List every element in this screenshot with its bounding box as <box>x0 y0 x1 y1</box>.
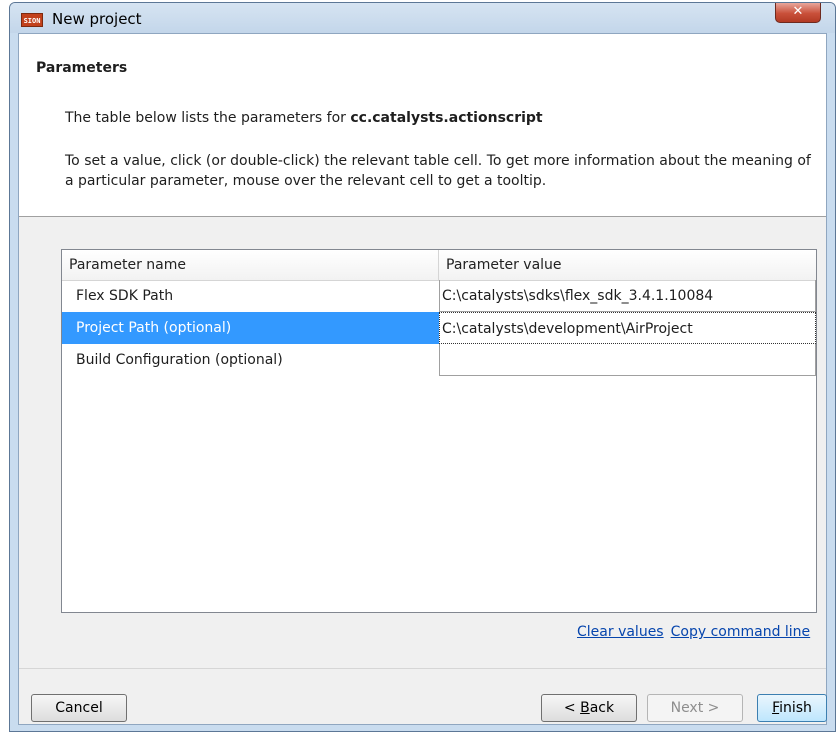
back-button[interactable]: < Back <box>541 694 637 722</box>
column-header-parameter-name[interactable]: Parameter name <box>62 250 439 280</box>
table-header: Parameter name Parameter value <box>62 250 816 281</box>
column-header-parameter-value[interactable]: Parameter value <box>439 250 816 280</box>
page-title: Parameters <box>36 60 128 76</box>
back-label-rest: ack <box>589 700 615 716</box>
finish-button[interactable]: Finish <box>757 694 827 722</box>
next-button[interactable]: Next > <box>647 694 743 722</box>
footer-divider <box>19 668 826 669</box>
close-icon: ✕ <box>792 4 804 19</box>
new-project-dialog: SION New project ✕ Parameters The table … <box>9 2 836 732</box>
table-actions: Clear values Copy command line <box>577 624 817 640</box>
parameters-table: Parameter name Parameter value Flex SDK … <box>61 249 817 613</box>
title-bar[interactable]: SION New project ✕ <box>10 3 835 33</box>
app-icon: SION <box>21 13 43 27</box>
parameter-value-cell[interactable] <box>439 344 816 376</box>
dialog-client-area: Parameters The table below lists the par… <box>18 33 827 725</box>
table-row[interactable]: Flex SDK Path C:\catalysts\sdks\flex_sdk… <box>62 280 816 312</box>
back-label-prefix: < <box>563 700 581 716</box>
finish-label-rest: inish <box>779 700 812 716</box>
clear-values-link[interactable]: Clear values <box>577 624 664 640</box>
back-label-mnemonic: B <box>580 700 590 716</box>
description-prefix: The table below lists the parameters for <box>65 110 351 126</box>
table-row-selected[interactable]: Project Path (optional) C:\catalysts\dev… <box>62 312 816 344</box>
table-description: The table below lists the parameters for… <box>65 110 543 126</box>
description-subject: cc.catalysts.actionscript <box>350 110 543 126</box>
parameter-name-cell[interactable]: Project Path (optional) <box>62 312 439 344</box>
window-title: New project <box>52 10 142 28</box>
instructions-text: To set a value, click (or double-click) … <box>65 153 811 189</box>
copy-command-line-link[interactable]: Copy command line <box>671 624 811 640</box>
page-header: Parameters The table below lists the par… <box>19 34 826 217</box>
table-row[interactable]: Build Configuration (optional) <box>62 344 816 376</box>
parameter-value-cell[interactable]: C:\catalysts\sdks\flex_sdk_3.4.1.10084 <box>439 280 816 312</box>
parameter-value-cell[interactable]: C:\catalysts\development\AirProject <box>439 312 816 344</box>
close-button[interactable]: ✕ <box>775 3 821 23</box>
parameter-name-cell[interactable]: Build Configuration (optional) <box>62 344 439 376</box>
cancel-button[interactable]: Cancel <box>31 694 127 722</box>
parameter-name-cell[interactable]: Flex SDK Path <box>62 280 439 312</box>
